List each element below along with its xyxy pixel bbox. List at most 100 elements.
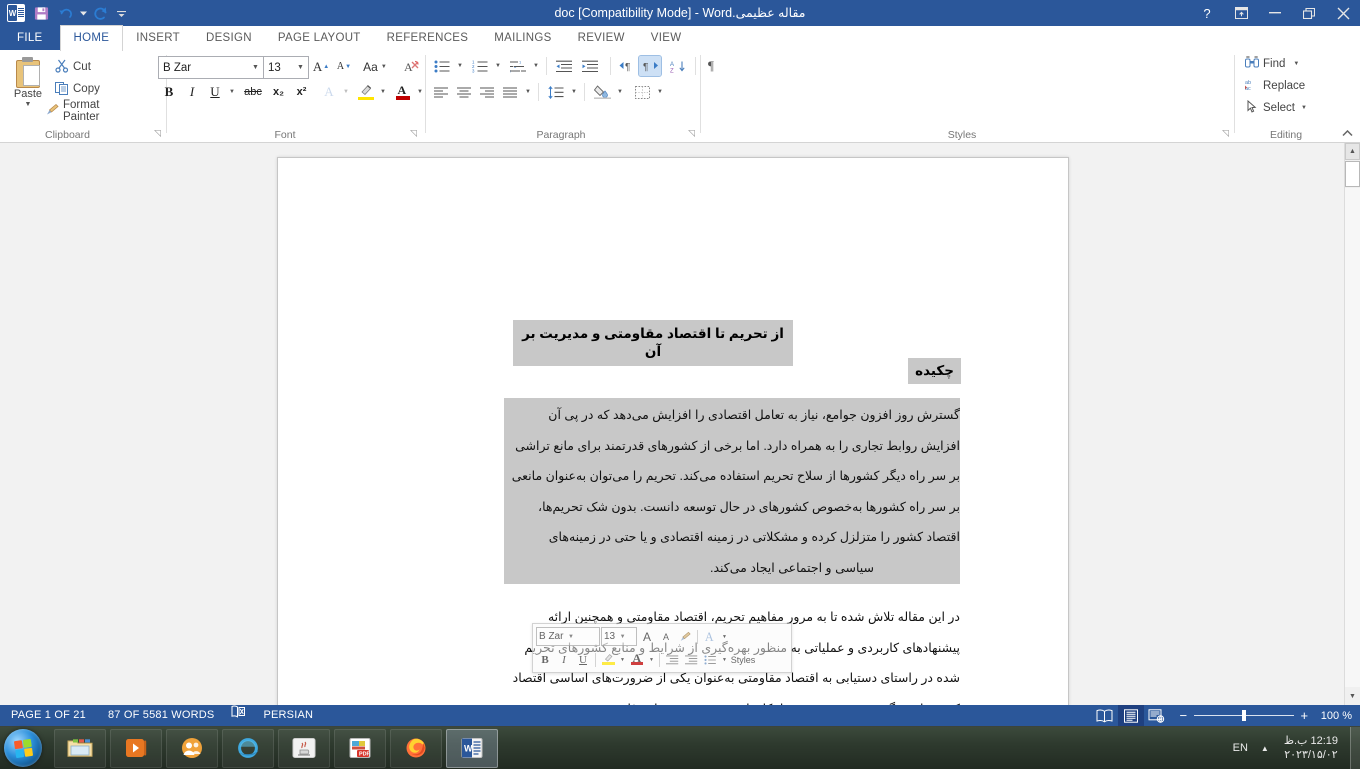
cut-button[interactable]: Cut (52, 58, 94, 76)
superscript-button[interactable]: x² (290, 82, 313, 102)
clear-formatting-button[interactable]: A (400, 56, 424, 77)
mini-underline-button[interactable]: U (574, 651, 592, 669)
scroll-up-icon[interactable]: ▲ (1345, 143, 1360, 160)
multilevel-list-button[interactable]: 1ai (506, 56, 530, 76)
align-right-button[interactable] (476, 82, 499, 102)
format-painter-button[interactable]: Format Painter (42, 102, 135, 120)
read-mode-button[interactable] (1092, 705, 1118, 726)
font-name-input[interactable]: B Zar ▼ (158, 56, 264, 79)
tab-file[interactable]: FILE (0, 26, 60, 50)
shrink-font-button[interactable]: A▼ (333, 56, 355, 77)
font-name-dropdown-icon[interactable]: ▼ (248, 58, 263, 77)
line-spacing-dropdown-icon[interactable]: ▼ (568, 82, 580, 102)
word-count-indicator[interactable]: 87 OF 5581 WORDS (97, 705, 226, 726)
zoom-in-button[interactable]: + (1299, 708, 1310, 723)
borders-button[interactable] (630, 82, 654, 102)
decrease-indent-button[interactable] (552, 56, 576, 76)
font-dialog-launcher[interactable]: ◹ (408, 128, 419, 139)
text-highlight-button[interactable] (354, 82, 377, 102)
font-color-button[interactable]: A (391, 82, 414, 102)
mini-highlight-dropdown-icon[interactable]: ▼ (618, 651, 627, 669)
taskbar-firefox[interactable] (390, 729, 442, 768)
grow-font-button[interactable]: A▲ (310, 56, 332, 77)
taskbar-internet-explorer[interactable] (222, 729, 274, 768)
mini-italic-button[interactable]: I (555, 651, 573, 669)
mini-font-color-button[interactable]: A (628, 651, 646, 669)
change-case-button[interactable]: Aa▼ (359, 56, 391, 77)
strikethrough-button[interactable]: abc (240, 82, 266, 102)
mini-font-color-dropdown-icon[interactable]: ▼ (647, 651, 656, 669)
mini-text-effects-button[interactable]: A (701, 628, 719, 646)
mini-font-name-dropdown-icon[interactable]: ▼ (565, 634, 576, 640)
mini-font-name-input[interactable]: B Zar ▼ (536, 627, 600, 646)
subscript-button[interactable]: x₂ (267, 82, 290, 102)
zoom-slider-control[interactable]: − + (1170, 708, 1318, 723)
shading-button[interactable] (590, 82, 614, 102)
select-dropdown-icon[interactable]: ▼ (1301, 105, 1307, 111)
bullets-dropdown-icon[interactable]: ▼ (454, 56, 466, 76)
mini-bold-button[interactable]: B (536, 651, 554, 669)
undo-icon[interactable] (54, 2, 78, 24)
language-indicator-tray[interactable]: EN (1228, 742, 1253, 754)
shading-dropdown-icon[interactable]: ▼ (614, 82, 626, 102)
justify-dropdown-icon[interactable]: ▼ (522, 82, 534, 102)
bold-button[interactable]: B (158, 82, 180, 102)
save-icon[interactable] (29, 2, 53, 24)
rtl-text-direction-button[interactable]: ¶ (639, 56, 661, 76)
mini-highlight-button[interactable] (599, 651, 617, 669)
mini-decrease-indent-button[interactable] (663, 651, 681, 669)
zoom-thumb[interactable] (1242, 710, 1246, 721)
align-left-button[interactable] (430, 82, 453, 102)
zoom-track[interactable] (1194, 715, 1294, 716)
mini-shrink-font-button[interactable]: A (657, 628, 675, 646)
sort-button[interactable]: AZ (666, 56, 690, 76)
line-spacing-button[interactable] (544, 82, 568, 102)
taskbar-file-explorer[interactable] (54, 729, 106, 768)
page-indicator[interactable]: PAGE 1 OF 21 (0, 705, 97, 726)
mini-styles-button[interactable]: Styles (730, 651, 756, 669)
tab-design[interactable]: DESIGN (193, 26, 265, 50)
taskbar-media-player[interactable] (110, 729, 162, 768)
numbering-button[interactable]: 123 (468, 56, 492, 76)
zoom-out-button[interactable]: − (1178, 708, 1189, 723)
web-layout-button[interactable] (1144, 705, 1170, 726)
paragraph-dialog-launcher[interactable]: ◹ (686, 128, 697, 139)
multilevel-dropdown-icon[interactable]: ▼ (530, 56, 542, 76)
borders-dropdown-icon[interactable]: ▼ (654, 82, 666, 102)
proofing-status-icon[interactable] (225, 705, 252, 726)
ltr-text-direction-button[interactable]: ¶ (616, 56, 638, 76)
justify-button[interactable] (499, 82, 522, 102)
customize-qat-icon[interactable] (114, 2, 128, 24)
tab-insert[interactable]: INSERT (123, 26, 193, 50)
underline-dropdown-icon[interactable]: ▼ (226, 82, 238, 102)
zoom-level-label[interactable]: 100 % (1318, 710, 1360, 722)
select-button[interactable]: Select ▼ (1242, 99, 1310, 117)
paragraph-1[interactable]: گسترش روز افزون جوامع، نیاز به تعامل اقت… (504, 398, 960, 584)
taskbar-word[interactable]: W (446, 729, 498, 768)
document-canvas[interactable]: از تحریم تا اقتصاد مقاومتی و مدیریت بر آ… (0, 143, 1345, 705)
italic-button[interactable]: I (181, 82, 203, 102)
scroll-down-icon[interactable]: ▼ (1345, 688, 1360, 705)
tab-page-layout[interactable]: PAGE LAYOUT (265, 26, 374, 50)
restore-icon[interactable] (1292, 0, 1326, 26)
numbering-dropdown-icon[interactable]: ▼ (492, 56, 504, 76)
document-title-heading[interactable]: از تحریم تا اقتصاد مقاومتی و مدیریت بر آ… (513, 320, 793, 366)
collapse-ribbon-button[interactable] (1340, 127, 1354, 140)
underline-button[interactable]: U (204, 82, 226, 102)
ribbon-display-options-icon[interactable] (1224, 0, 1258, 26)
bullets-button[interactable] (430, 56, 454, 76)
scrollbar-thumb[interactable] (1345, 161, 1360, 187)
minimize-icon[interactable] (1258, 0, 1292, 26)
styles-dialog-launcher[interactable]: ◹ (1220, 128, 1231, 139)
mini-bullets-button[interactable] (701, 651, 719, 669)
font-size-input[interactable]: 13 ▼ (263, 56, 309, 79)
redo-icon[interactable] (89, 2, 113, 24)
section-heading-abstract[interactable]: چکیده (908, 358, 961, 384)
help-icon[interactable]: ? (1190, 0, 1224, 26)
highlight-dropdown-icon[interactable]: ▼ (377, 82, 389, 102)
mini-grow-font-button[interactable]: A (638, 628, 656, 646)
center-button[interactable] (453, 82, 476, 102)
start-button[interactable] (4, 729, 42, 767)
scrollbar-track[interactable] (1345, 188, 1360, 687)
undo-dropdown-icon[interactable] (79, 2, 88, 24)
